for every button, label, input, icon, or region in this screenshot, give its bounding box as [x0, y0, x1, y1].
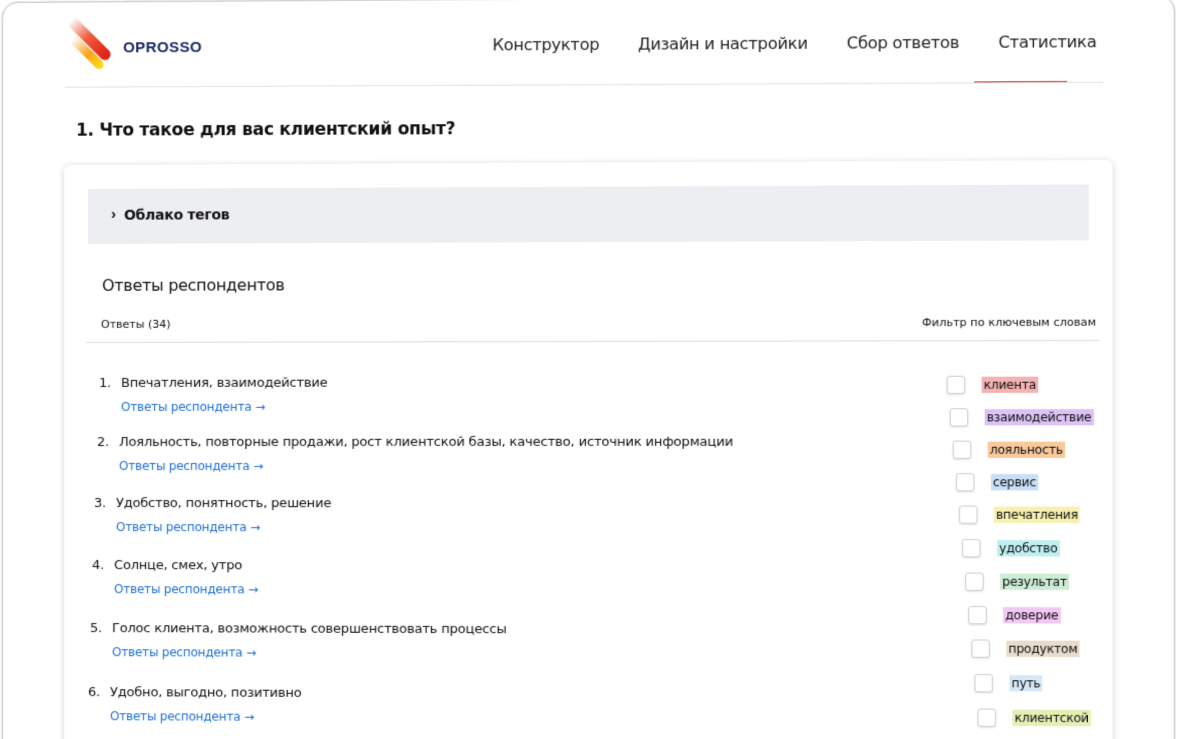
header-divider [65, 82, 1103, 88]
question-title: 1. Что такое для вас клиентский опыт? [76, 119, 455, 141]
answer-text: Впечатления, взаимодействие [121, 376, 327, 391]
tab-collect-responses[interactable]: Сбор ответов [847, 33, 960, 53]
keyword-tag: удобство [997, 540, 1059, 556]
respondent-answers-link[interactable]: Ответы респондента → [116, 520, 331, 534]
keyword-tag: продуктом [1006, 641, 1079, 657]
keyword-checkbox[interactable] [962, 539, 981, 557]
respondent-answers-link[interactable]: Ответы респондента → [114, 582, 258, 596]
brand-name[interactable]: OPROSSO [123, 39, 202, 56]
tab-design-settings[interactable]: Дизайн и настройки [638, 34, 808, 54]
answer-number: 4. [92, 558, 114, 573]
respondent-answers-link[interactable]: Ответы респондента → [121, 400, 327, 414]
keyword-checkbox[interactable] [968, 606, 987, 624]
keyword-filter-item: доверие [968, 606, 1060, 624]
keyword-checkbox[interactable] [959, 506, 978, 524]
keyword-filter-item: продуктом [971, 639, 1079, 658]
list-item: 1. Впечатления, взаимодействие Ответы рес… [99, 376, 328, 414]
main-nav: Конструктор Дизайн и настройки Сбор отве… [492, 32, 1135, 55]
answers-card: › Облако тегов Ответы респондентов Ответ… [64, 160, 1113, 739]
tag-cloud-toggle[interactable]: › Облако тегов [88, 184, 1089, 243]
keyword-filter-title: Фильтр по ключевым словам [922, 316, 1096, 330]
respondent-answers-link[interactable]: Ответы респондента → [112, 645, 507, 660]
keyword-tag: лояльность [988, 442, 1065, 458]
answer-text: Голос клиента, возможность совершенствов… [112, 621, 507, 637]
keyword-checkbox[interactable] [956, 473, 975, 491]
chevron-right-icon: › [111, 206, 116, 223]
tag-cloud-label: Облако тегов [124, 207, 229, 223]
keyword-checkbox[interactable] [971, 639, 990, 657]
answers-divider [86, 340, 1100, 343]
keyword-checkbox[interactable] [974, 674, 993, 692]
list-item: 2. Лояльность, повторные продажи, рост кл… [97, 435, 733, 473]
answer-number: 2. [97, 435, 119, 450]
keyword-filter-item: клиентской [978, 709, 1091, 728]
answer-number: 1. [99, 376, 121, 391]
tab-constructor[interactable]: Конструктор [492, 35, 599, 55]
keyword-tag: клиентской [1012, 710, 1090, 727]
answer-text: Удобство, понятность, решение [116, 496, 331, 511]
keyword-filter-item: лояльность [953, 441, 1065, 459]
keyword-tag: взаимодействие [985, 409, 1094, 425]
tab-statistics[interactable]: Статистика [998, 32, 1096, 52]
keyword-filter-item: взаимодействие [950, 408, 1094, 426]
answers-count: Ответы (34) [101, 318, 171, 331]
keyword-checkbox[interactable] [947, 376, 966, 394]
keyword-tag: доверие [1003, 607, 1060, 623]
respondent-answers-link[interactable]: Ответы респондента → [110, 709, 301, 724]
keyword-filter-item: удобство [962, 539, 1059, 557]
list-item: 4. Солнце, смех, утро Ответы респондента … [92, 558, 258, 596]
answer-text: Лояльность, повторные продажи, рост клие… [119, 435, 733, 450]
keyword-filter-item: клиента [947, 376, 1038, 394]
keyword-tag: результат [1000, 574, 1069, 590]
keyword-filter-item: сервис [956, 473, 1038, 491]
answer-number: 5. [90, 621, 112, 636]
keyword-checkbox[interactable] [950, 408, 969, 426]
keyword-tag: сервис [991, 474, 1038, 490]
answer-text: Удобно, выгодно, позитивно [110, 685, 301, 701]
keyword-filter-item: путь [974, 674, 1042, 693]
keyword-tag: клиента [982, 377, 1039, 393]
list-item: 6. Удобно, выгодно, позитивно Ответы респ… [88, 685, 301, 724]
keyword-checkbox[interactable] [965, 573, 984, 591]
answers-section-title: Ответы респондентов [102, 275, 285, 295]
keyword-tag: путь [1009, 675, 1042, 691]
list-item: 5. Голос клиента, возможность совершенств… [90, 621, 507, 660]
keyword-checkbox[interactable] [978, 709, 997, 727]
list-item: 3. Удобство, понятность, решение Ответы р… [94, 496, 331, 534]
keyword-checkbox[interactable] [953, 441, 972, 459]
keyword-filter-item: впечатления [959, 506, 1080, 524]
answer-number: 3. [94, 496, 116, 511]
answer-text: Солнце, смех, утро [114, 558, 242, 573]
keyword-filter-item: результат [965, 573, 1069, 591]
respondent-answers-link[interactable]: Ответы респондента → [119, 459, 733, 473]
answer-number: 6. [88, 685, 110, 700]
keyword-tag: впечатления [994, 507, 1080, 523]
